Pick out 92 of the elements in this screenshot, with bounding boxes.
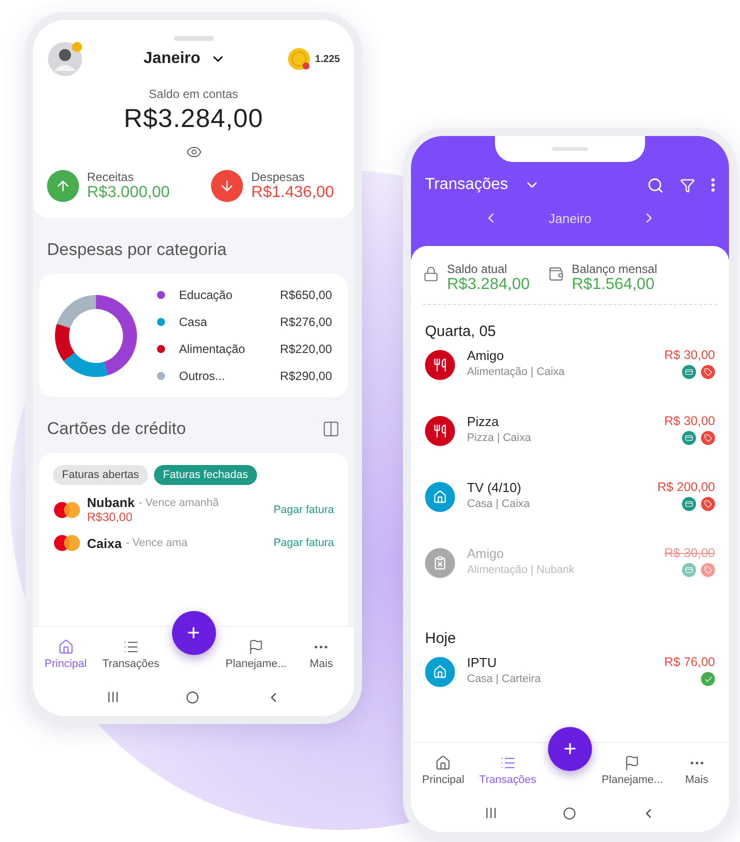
filter-icon[interactable]	[680, 178, 695, 192]
home-icon	[435, 755, 452, 771]
tag-status-icon	[701, 497, 715, 511]
balance-label: Saldo em contas	[148, 87, 238, 101]
total-label: Despesas	[251, 170, 306, 184]
more-icon[interactable]	[711, 178, 715, 192]
nav-tab[interactable]: Planejame...	[224, 639, 289, 670]
legend-label: Casa	[179, 315, 208, 329]
columns-icon[interactable]	[322, 420, 340, 438]
summary-value: R$1.564,00	[572, 276, 656, 294]
month-label: Janeiro	[548, 210, 592, 226]
transaction-name: TV (4/10)	[467, 480, 522, 495]
section-title: Despesas por categoria	[47, 240, 227, 260]
transaction-detail: Casa | Caixa	[467, 498, 530, 510]
transaction-amount: R$ 200,00	[657, 480, 715, 494]
transaction-row[interactable]: Pizza Pizza | Caixa R$ 30,00	[423, 414, 717, 480]
house-icon	[433, 665, 447, 679]
flag-icon	[624, 755, 640, 771]
nav-tab[interactable]: Mais	[664, 755, 729, 786]
date-heading: Hoje	[425, 630, 457, 647]
card-amount: R$30,00	[87, 510, 134, 524]
filter-chip[interactable]: Faturas abertas	[53, 465, 148, 485]
transaction-amount: R$ 76,00	[664, 655, 715, 669]
flag-icon	[248, 639, 264, 655]
home-icon	[58, 639, 74, 655]
recent-apps-icon[interactable]	[106, 690, 120, 704]
transaction-detail: Alimentação | Nubank	[467, 564, 574, 576]
due-text: - Vence ama	[126, 537, 188, 549]
card-logo-icon	[53, 500, 81, 518]
transaction-name: Amigo	[467, 546, 505, 561]
more-icon	[690, 761, 704, 765]
tag-status-icon	[701, 563, 715, 577]
summary-value: R$3.284,00	[447, 276, 530, 294]
add-button[interactable]: +	[548, 727, 592, 771]
tag-status-icon	[701, 431, 715, 445]
transaction-name: Amigo	[467, 348, 505, 363]
total-value: R$1.436,00	[251, 184, 334, 202]
recent-apps-icon[interactable]	[484, 806, 498, 820]
nav-tab[interactable]: Principal	[33, 639, 98, 670]
wallet-icon	[548, 266, 564, 282]
clipboard-icon	[433, 556, 447, 570]
lock-icon	[423, 266, 439, 282]
legend-value: R$650,00	[280, 288, 332, 302]
utensils-icon	[433, 358, 447, 372]
add-button[interactable]: +	[172, 611, 216, 655]
due-text: - Vence amanhã	[138, 496, 219, 508]
total-label: Receitas	[87, 170, 135, 184]
nav-tab[interactable]: Transações	[476, 755, 540, 786]
transaction-row[interactable]: IPTU Casa | Carteira R$ 76,00	[423, 655, 717, 721]
legend-value: R$290,00	[280, 369, 332, 383]
transaction-row[interactable]: TV (4/10) Casa | Caixa R$ 200,00	[423, 480, 717, 546]
legend-value: R$276,00	[280, 315, 332, 329]
transaction-detail: Pizza | Caixa	[467, 432, 531, 444]
avatar-icon[interactable]	[47, 41, 83, 77]
nav-tab[interactable]: Mais	[288, 639, 354, 670]
tag-status-icon	[701, 365, 715, 379]
eye-icon[interactable]	[186, 144, 202, 160]
search-icon[interactable]	[647, 176, 664, 194]
transaction-name: Pizza	[467, 414, 500, 429]
nav-tab[interactable]: Planejame...	[600, 755, 664, 786]
month-selector[interactable]: Janeiro	[144, 50, 226, 68]
nav-tab[interactable]: Principal	[411, 755, 476, 786]
date-heading: Quarta, 05	[425, 323, 497, 340]
legend-label: Alimentação	[179, 342, 246, 356]
utensils-icon	[433, 424, 447, 438]
card-logo-icon	[53, 534, 81, 552]
phone-speaker	[174, 36, 214, 41]
house-icon	[433, 490, 447, 504]
legend-value: R$220,00	[280, 342, 332, 356]
transaction-amount: R$ 30,00	[664, 546, 715, 560]
total-value: R$3.000,00	[87, 184, 170, 202]
summary-label: Saldo atual	[447, 262, 508, 276]
legend-label: Outros...	[179, 369, 226, 383]
transaction-amount: R$ 30,00	[664, 414, 715, 428]
home-button-icon[interactable]	[562, 806, 576, 820]
nav-tab[interactable]: Transações	[98, 639, 164, 670]
transaction-row[interactable]: Amigo Alimentação | Caixa R$ 30,00	[423, 348, 717, 414]
transaction-detail: Casa | Carteira	[467, 673, 541, 685]
points-count: 1.225	[314, 54, 340, 64]
coin-icon	[286, 47, 311, 71]
transaction-detail: Alimentação | Caixa	[467, 366, 565, 378]
legend-label: Educação	[179, 288, 234, 302]
section-title: Cartões de crédito	[47, 419, 186, 439]
transaction-name: IPTU	[467, 655, 498, 670]
home-button-icon[interactable]	[186, 690, 200, 704]
balance-value: R$3.284,00	[124, 103, 264, 134]
card-name: Caixa	[87, 536, 122, 550]
card-name: Nubank	[87, 495, 135, 510]
screen-title: Transações	[425, 176, 508, 194]
summary-label: Balanço mensal	[572, 262, 658, 276]
more-icon	[314, 645, 328, 649]
transaction-amount: R$ 30,00	[664, 348, 715, 362]
